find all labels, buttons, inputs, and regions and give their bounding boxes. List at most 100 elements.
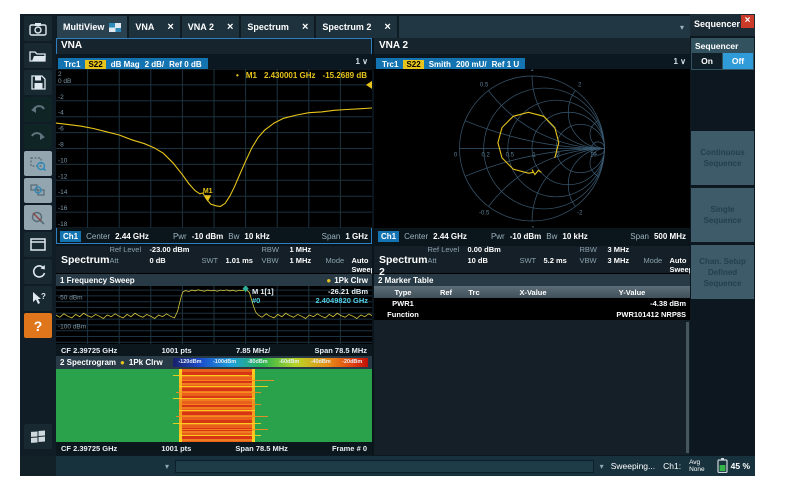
svg-text:-50 dBm: -50 dBm [58, 295, 83, 302]
center-value[interactable]: 2.44 GHz [433, 232, 467, 241]
ref-level-label: Ref Level [427, 246, 467, 254]
spectrum-window[interactable]: Spectrum Ref Level-23.00 dBm RBW1 MHz At… [56, 246, 372, 456]
vna-plot[interactable]: 20 dB-2-4-6-8-10-12-14-16-18M1 • M1 2.43… [56, 69, 372, 228]
svg-text:0: 0 [454, 153, 458, 159]
spectrum-plot[interactable]: -50 dBm-100 dBm M 1[1]-26.21 dBm #02.404… [56, 286, 372, 344]
bw-value[interactable]: 10 kHz [562, 232, 587, 241]
table-row[interactable]: PWR1 -4.38 dBm [374, 298, 690, 309]
span-value[interactable]: 500 MHz [654, 232, 686, 241]
tab-label: Spectrum 2 [322, 22, 371, 32]
channel-chip[interactable]: Ch1 [60, 231, 81, 242]
zoom-multiple-icon[interactable] [24, 178, 52, 203]
vna2-window[interactable]: VNA 2 Trc1 S22 Smith 200 mU/ Ref 1 U 1 ∨… [374, 38, 690, 244]
center-value[interactable]: 2.44 GHz [115, 232, 149, 241]
scale-per-div: 7.85 MHz/ [236, 346, 270, 355]
tab-spectrum[interactable]: Spectrum× [241, 16, 314, 38]
continuous-sequence-button[interactable]: Continuous Sequence [691, 131, 754, 185]
close-tab-icon[interactable]: × [302, 21, 308, 33]
att-value[interactable]: 0 dB [149, 256, 201, 274]
swt-value[interactable]: 1.01 ms [225, 256, 261, 274]
screenshot-camera-icon[interactable] [24, 16, 52, 41]
zoom-off-icon[interactable] [24, 205, 52, 230]
span-value[interactable]: 1 GHz [345, 232, 368, 241]
cell-y: -4.38 dBm [578, 299, 690, 308]
single-sequence-button[interactable]: Single Sequence [691, 188, 754, 242]
spectrogram-display[interactable] [56, 369, 372, 442]
sequencer-on-button[interactable]: On [692, 53, 722, 69]
spectrum-marker-info: M 1[1]-26.21 dBm #02.4049820 GHz [252, 287, 368, 305]
tab-vna[interactable]: VNA× [129, 16, 179, 38]
frame-value[interactable]: Frame # 0 [332, 444, 367, 453]
vbw-value[interactable]: 3 MHz [607, 256, 643, 274]
pwr-value[interactable]: -10 dBm [192, 232, 224, 241]
window-selector-dropdown[interactable]: 1 ∨ [355, 57, 368, 66]
spectrogram-streak [179, 435, 261, 436]
vna2-trace-header: Trc1 S22 Smith 200 mU/ Ref 1 U 1 ∨ [374, 54, 690, 69]
rbw-value[interactable]: 1 MHz [289, 246, 325, 254]
att-label: Att [109, 256, 149, 274]
mode-value[interactable]: Auto Sweep [669, 256, 690, 274]
sequencer-off-button[interactable]: Off [723, 53, 753, 69]
ref-level-value[interactable]: -23.00 dBm [149, 246, 201, 254]
save-icon[interactable] [24, 70, 52, 95]
vna-window[interactable]: VNA Trc1 S22 dB Mag 2 dB/ Ref 0 dB 1 ∨ 2… [56, 38, 372, 244]
col-type: Type [374, 288, 432, 297]
svg-text:1: 1 [532, 153, 536, 159]
span-value[interactable]: Span 78.5 MHz [235, 444, 288, 453]
chan-setup-defined-sequence-button[interactable]: Chan. Setup Defined Sequence [691, 245, 754, 299]
window-title: 1 Frequency Sweep [60, 276, 135, 285]
channel-tab-bar: MultiView VNA× VNA 2× Spectrum× Spectrum… [56, 14, 690, 38]
status-message-area[interactable] [175, 460, 594, 473]
display-window-icon[interactable] [24, 232, 52, 257]
chevron-down-icon[interactable]: ▾ [680, 23, 684, 32]
table-row[interactable]: Function PWR101412 NRP8S [374, 309, 690, 320]
ref-level-value[interactable]: 0.00 dBm [467, 246, 519, 254]
pwr-value[interactable]: -10 dBm [510, 232, 542, 241]
cell-y: PWR101412 NRP8S [578, 310, 690, 319]
help-pointer-icon[interactable]: ? [24, 286, 52, 311]
spectrum2-window[interactable]: Spectrum 2 Ref Level0.00 dBm RBW3 MHz At… [374, 246, 690, 456]
windows-start-icon[interactable] [24, 424, 52, 449]
spectrogram-titlebar[interactable]: 2 Spectrogram ● 1Pk Clrw -120dBm -100dBm… [56, 356, 372, 369]
spectrum2-settings: Ref Level0.00 dBm RBW3 MHz Att10 dB SWT5… [427, 246, 690, 273]
vna2-smith-plot[interactable]: 00.20.512100.512-0.5-1-2 [374, 69, 690, 228]
marker-table-titlebar[interactable]: 2 Marker Table [374, 274, 690, 286]
marker-value: 2.4049820 GHz [315, 296, 368, 305]
tab-multiview[interactable]: MultiView [57, 16, 127, 38]
channel-chip[interactable]: Ch1 [378, 231, 399, 242]
tab-label: MultiView [63, 22, 104, 32]
bw-value[interactable]: 10 kHz [244, 232, 269, 241]
spectrogram-streak [176, 416, 268, 417]
undo-icon[interactable] [24, 97, 52, 122]
close-tab-icon[interactable]: × [384, 21, 390, 33]
rbw-value[interactable]: 3 MHz [607, 246, 643, 254]
colorbar-label: -20dBm [342, 359, 362, 365]
redo-icon[interactable] [24, 124, 52, 149]
chevron-down-icon[interactable]: ▾ [162, 462, 172, 471]
help-icon[interactable]: ? [24, 313, 52, 338]
cf-value[interactable]: CF 2.39725 GHz [61, 444, 117, 453]
frequency-sweep-titlebar[interactable]: 1 Frequency Sweep ●1Pk Clrw [56, 274, 372, 286]
span-value[interactable]: Span 78.5 MHz [314, 346, 367, 355]
close-tab-icon[interactable]: × [227, 21, 233, 33]
svg-text:-14: -14 [58, 189, 68, 196]
swt-value[interactable]: 5.2 ms [543, 256, 579, 274]
vbw-value[interactable]: 1 MHz [289, 256, 325, 274]
tab-vna2[interactable]: VNA 2× [182, 16, 240, 38]
cf-value[interactable]: CF 2.39725 GHz [61, 346, 117, 355]
close-menu-icon[interactable]: × [741, 15, 754, 28]
open-folder-icon[interactable] [24, 43, 52, 68]
chevron-down-icon[interactable]: ▾ [597, 462, 607, 471]
tab-overflow-area[interactable]: ▾ [399, 16, 690, 38]
center-label: Center [86, 232, 110, 241]
zoom-area-icon[interactable] [24, 151, 52, 176]
att-value[interactable]: 10 dB [467, 256, 519, 274]
svg-text:-16: -16 [58, 205, 68, 212]
preset-refresh-icon[interactable] [24, 259, 52, 284]
mode-value[interactable]: Auto Sweep [351, 256, 372, 274]
scrollbar[interactable] [686, 322, 689, 453]
close-tab-icon[interactable]: × [167, 21, 173, 33]
tab-spectrum2[interactable]: Spectrum 2 × [316, 16, 396, 38]
trace-legend: 1Pk Clrw [334, 276, 368, 285]
window-selector-dropdown[interactable]: 1 ∨ [673, 57, 686, 66]
